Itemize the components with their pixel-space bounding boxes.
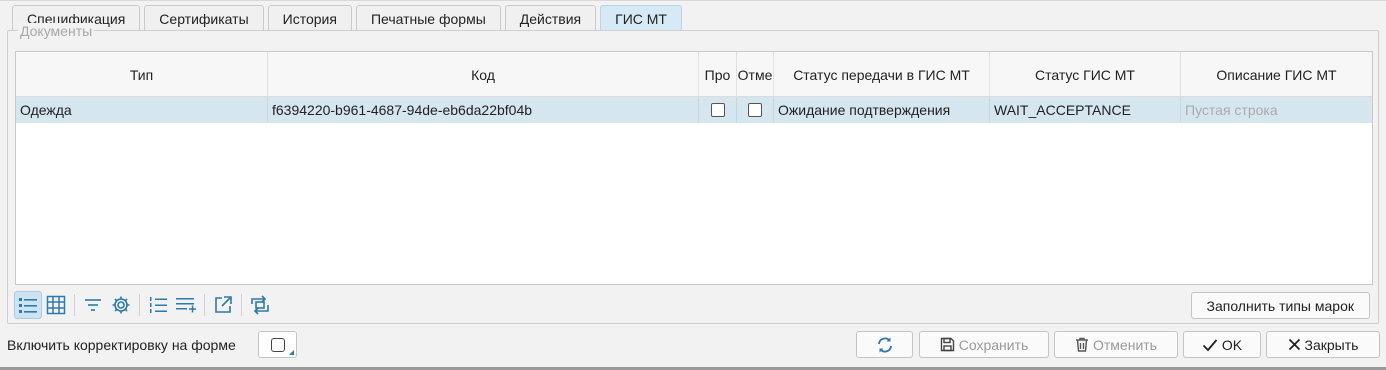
column-header-type[interactable]: Тип (16, 52, 268, 97)
toolbar-separator (241, 294, 242, 316)
tab-gis-mt[interactable]: ГИС МТ (600, 5, 682, 31)
refresh-icon (877, 337, 892, 352)
fill-mark-types-button[interactable]: Заполнить типы марок (1190, 292, 1370, 319)
cell-transfer-status[interactable]: Ожидание подтверждения (774, 97, 990, 123)
cell-gis-description[interactable]: Пустая строка (1181, 97, 1372, 123)
list-view-icon[interactable] (14, 291, 42, 319)
tab-history[interactable]: История (267, 5, 352, 31)
dropdown-corner-icon (289, 350, 294, 355)
ok-button-label: OK (1221, 336, 1243, 353)
settings-gear-icon[interactable] (107, 291, 135, 319)
cancel-button-label: Отменить (1093, 336, 1157, 353)
column-header-gis-description[interactable]: Описание ГИС МТ (1181, 52, 1372, 97)
toolbar-separator (74, 294, 75, 316)
close-button[interactable]: Закрыть (1266, 331, 1380, 358)
cell-code[interactable]: f6394220-b961-4687-94de-eb6da22bf04b (268, 97, 699, 123)
add-rows-icon[interactable] (172, 291, 200, 319)
tab-actions[interactable]: Действия (504, 5, 597, 31)
column-header-pro[interactable]: Про (699, 52, 737, 97)
cell-type[interactable]: Одежда (16, 97, 268, 123)
close-icon (1288, 338, 1300, 351)
save-button-label: Сохранить (958, 336, 1029, 353)
refresh-button[interactable] (856, 331, 913, 358)
otme-checkbox[interactable] (748, 103, 762, 117)
checkbox-box (271, 338, 285, 352)
check-icon (1202, 338, 1218, 351)
tab-certificates[interactable]: Сертификаты (144, 5, 264, 31)
toolbar-separator (139, 294, 140, 316)
table-header: Тип Код Про Отме Статус передачи в ГИС М… (16, 52, 1372, 97)
ok-button[interactable]: OK (1183, 331, 1261, 358)
cell-pro (699, 97, 737, 123)
grid-toolbar (14, 290, 274, 320)
table-view-icon[interactable] (42, 291, 70, 319)
close-button-label: Закрыть (1304, 336, 1359, 353)
documents-table: Тип Код Про Отме Статус передачи в ГИС М… (15, 51, 1373, 285)
cell-gis-status[interactable]: WAIT_ACCEPTANCE (990, 97, 1181, 123)
filter-icon[interactable] (79, 291, 107, 319)
column-header-gis-status[interactable]: Статус ГИС МТ (990, 52, 1181, 97)
numbered-list-icon[interactable] (144, 291, 172, 319)
save-button[interactable]: Сохранить (919, 331, 1049, 358)
toolbar-separator (204, 294, 205, 316)
trash-icon (1076, 337, 1088, 352)
pro-checkbox[interactable] (710, 103, 725, 117)
enable-edit-label: Включить корректировку на форме (7, 337, 236, 353)
documents-group: Документы Тип Код Про Отме Статус переда… (7, 23, 1379, 324)
cancel-button[interactable]: Отменить (1054, 331, 1178, 358)
export-icon[interactable] (209, 291, 237, 319)
tab-bar: Спецификация Сертификаты История Печатны… (12, 5, 686, 31)
column-header-code[interactable]: Код (268, 52, 699, 97)
enable-edit-checkbox[interactable] (258, 331, 297, 358)
cell-otme (737, 97, 774, 123)
save-icon (940, 337, 954, 352)
table-row[interactable]: Одежда f6394220-b961-4687-94de-eb6da22bf… (16, 97, 1372, 123)
column-header-transfer-status[interactable]: Статус передачи в ГИС МТ (774, 52, 990, 97)
column-header-otme[interactable]: Отме (737, 52, 774, 97)
transfer-icon[interactable] (246, 291, 274, 319)
tab-print-forms[interactable]: Печатные формы (355, 5, 501, 31)
window: Спецификация Сертификаты История Печатны… (0, 0, 1386, 370)
documents-group-title: Документы (18, 23, 95, 39)
